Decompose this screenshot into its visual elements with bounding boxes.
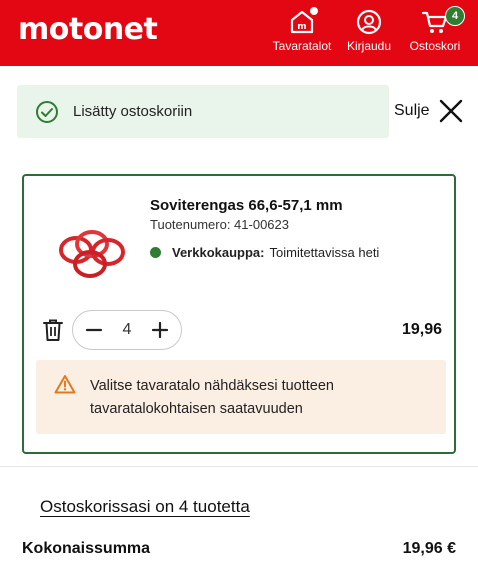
store-notice-text: Valitse tavaratalo nähdäksesi tuotteen t… <box>90 378 334 417</box>
total-value: 19,96 € <box>402 540 456 557</box>
site-header: motonet m Tavaratalot Kirjaudu Ostoskori… <box>0 0 478 66</box>
minus-icon <box>85 328 103 332</box>
close-button[interactable]: Sulje <box>394 98 464 124</box>
svg-text:m: m <box>297 22 306 32</box>
nav-stores-label: Tavaratalot <box>272 39 332 53</box>
nav-stores[interactable]: m Tavaratalot <box>268 7 336 53</box>
availability-status: Toimitettavissa heti <box>269 245 380 260</box>
warning-icon <box>54 375 76 394</box>
trash-icon[interactable] <box>42 318 64 342</box>
store-indicator-dot <box>310 7 318 15</box>
nav-login-label: Kirjaudu <box>346 39 392 53</box>
decrement-button[interactable] <box>83 319 105 341</box>
store-icon: m <box>288 7 318 36</box>
section-divider <box>0 466 478 467</box>
increment-button[interactable] <box>149 319 171 341</box>
line-price: 19,96 <box>401 321 442 338</box>
availability: Verkkokauppa: Toimitettavissa heti <box>150 245 379 260</box>
cart-count-badge: 4 <box>445 6 465 26</box>
toast-message: Lisätty ostoskoriin <box>73 103 193 120</box>
added-to-cart-toast: Lisätty ostoskoriin <box>17 85 389 138</box>
cart-count-link[interactable]: Ostoskorissasi on 4 tuotetta <box>40 497 250 517</box>
close-icon <box>439 99 462 123</box>
availability-status-dot <box>150 247 161 258</box>
total-label: Kokonaissumma <box>22 540 151 557</box>
nav-login[interactable]: Kirjaudu <box>343 8 395 53</box>
cart-item-card: Soviterengas 66,6-57,1 mm Tuotenumero: 4… <box>22 174 456 454</box>
check-circle-icon <box>36 100 58 123</box>
close-label: Sulje <box>394 102 430 119</box>
plus-icon <box>151 321 169 339</box>
nav-cart-label: Ostoskori <box>409 39 461 53</box>
store-availability-notice[interactable]: Valitse tavaratalo nähdäksesi tuotteen t… <box>36 360 446 434</box>
user-icon <box>355 8 383 36</box>
motonet-logo[interactable]: motonet <box>18 12 158 47</box>
quantity-value[interactable]: 4 <box>123 321 132 339</box>
quantity-stepper: 4 <box>72 310 182 350</box>
product-image <box>59 230 125 278</box>
product-number: Tuotenumero: 41-00623 <box>150 217 290 232</box>
product-name[interactable]: Soviterengas 66,6-57,1 mm <box>150 197 343 214</box>
availability-channel: Verkkokauppa: <box>172 245 265 260</box>
